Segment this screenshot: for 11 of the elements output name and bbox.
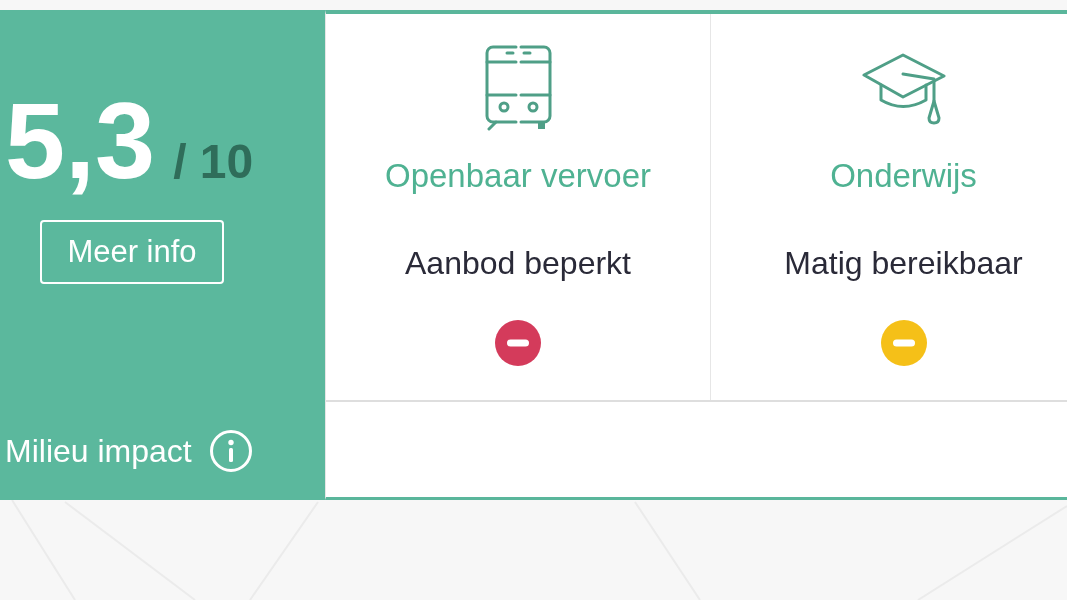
score-value: 5,3 bbox=[5, 87, 156, 195]
category-title: Onderwijs bbox=[830, 156, 977, 196]
status-text: Aanbod beperkt bbox=[405, 244, 631, 283]
category-title: Openbaar vervoer bbox=[385, 156, 651, 196]
more-info-button[interactable]: Meer info bbox=[40, 220, 224, 284]
status-text: Matig bereikbaar bbox=[784, 244, 1023, 283]
train-icon bbox=[484, 45, 552, 131]
score-scale: / 10 bbox=[173, 138, 254, 186]
info-icon[interactable] bbox=[209, 430, 252, 472]
impact-label: Milieu impact bbox=[5, 432, 192, 471]
graduation-cap-icon bbox=[861, 53, 946, 125]
